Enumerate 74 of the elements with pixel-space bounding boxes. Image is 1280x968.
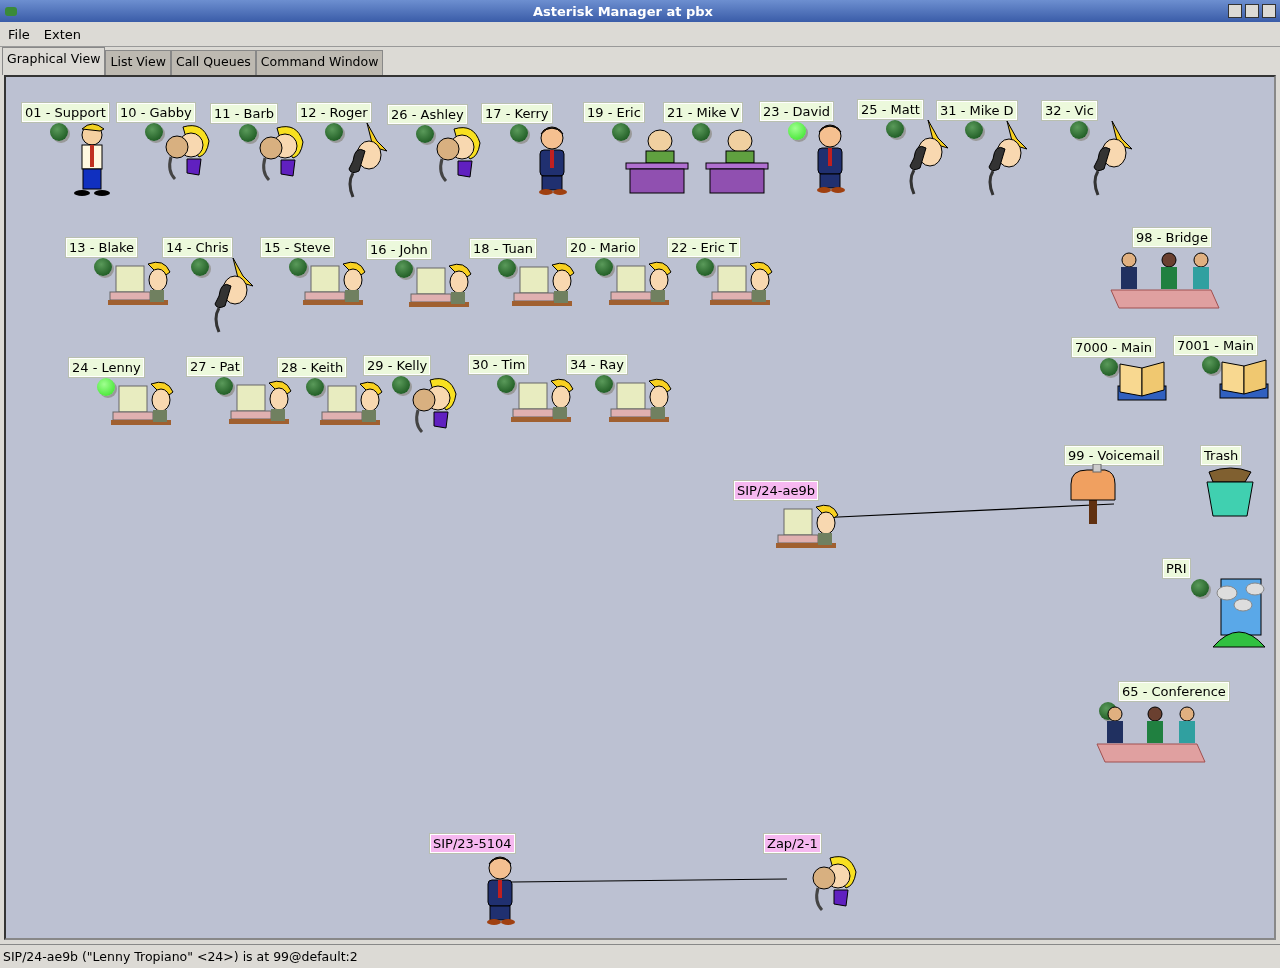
close-button[interactable] (1262, 4, 1276, 18)
man-in-suit-drawing (539, 126, 567, 195)
extension-label[interactable]: 15 - Steve (261, 238, 334, 257)
status-text: SIP/24-ae9b ("Lenny Tropiano" <24>) is at 99@default:2 (3, 948, 358, 964)
extension-label[interactable]: 28 - Keith (278, 358, 347, 377)
extension-label[interactable]: PRI (1163, 559, 1190, 578)
person-at-computer-drawing (303, 261, 366, 305)
channel-label[interactable]: Zap/2-1 (764, 834, 821, 853)
woman-on-phone-drawing (412, 378, 457, 433)
extension-label[interactable]: 12 - Roger (297, 103, 371, 122)
minimize-button[interactable] (1228, 4, 1242, 18)
woman-on-phone-drawing (259, 126, 304, 181)
man-at-desk-drawing (705, 129, 769, 194)
man-in-suit-drawing (487, 856, 515, 925)
extension-label[interactable]: 21 - Mike V (664, 103, 743, 122)
person-at-computer-drawing (511, 378, 574, 422)
extension-label[interactable]: 24 - Lenny (69, 358, 144, 377)
extension-label[interactable]: 34 - Ray (567, 355, 627, 374)
extension-label[interactable]: 23 - David (760, 102, 834, 121)
window-title: Asterisk Manager at pbx (532, 3, 714, 19)
open-book-drawing (1219, 359, 1269, 399)
woman-on-phone-drawing (812, 856, 857, 911)
tab[interactable]: Call Queues (170, 50, 256, 75)
person-at-computer-drawing (776, 504, 839, 548)
extension-label[interactable]: 19 - Eric (584, 103, 644, 122)
person-at-computer-drawing (710, 261, 773, 305)
extension-label[interactable]: 99 - Voicemail (1065, 446, 1163, 465)
extension-label[interactable]: 22 - Eric T (668, 238, 740, 257)
extension-label[interactable]: 30 - Tim (469, 355, 529, 374)
maximize-button[interactable] (1245, 4, 1259, 18)
channel-label[interactable]: SIP/24-ae9b (734, 481, 819, 500)
person-at-computer-drawing (409, 263, 472, 307)
extension-label[interactable]: 7000 - Main (1072, 338, 1156, 357)
extension-label[interactable]: 31 - Mike D (937, 101, 1017, 120)
extension-label[interactable]: 10 - Gabby (117, 103, 195, 122)
person-at-computer-drawing (609, 261, 672, 305)
woman-on-phone-drawing (165, 125, 210, 180)
menu-item[interactable]: File (8, 26, 30, 42)
extension-label[interactable]: 13 - Blake (66, 238, 138, 257)
mailbox-drawing (1070, 464, 1116, 524)
tab[interactable]: Command Window (255, 50, 384, 75)
extension-label[interactable]: 17 - Kerry (482, 104, 552, 123)
tab[interactable]: List View (105, 50, 171, 75)
extension-label[interactable]: 18 - Tuan (470, 239, 536, 258)
extension-label[interactable]: 98 - Bridge (1133, 228, 1211, 247)
extension-label[interactable]: 11 - Barb (211, 104, 277, 123)
extension-label[interactable]: 7001 - Main (1174, 336, 1258, 355)
person-at-computer-drawing (512, 262, 575, 306)
tab[interactable]: Graphical View (2, 47, 106, 75)
man-at-desk-drawing (625, 129, 689, 194)
person-at-computer-drawing (229, 380, 292, 424)
extension-label[interactable]: 27 - Pat (187, 357, 243, 376)
person-at-computer-drawing (320, 381, 383, 425)
menu-item[interactable]: Exten (43, 26, 81, 42)
extension-label[interactable]: 32 - Vic (1042, 101, 1097, 120)
person-at-computer-drawing (108, 261, 171, 305)
sky-with-clouds-drawing (1212, 578, 1266, 648)
extension-label[interactable]: 14 - Chris (163, 238, 232, 257)
channel-label[interactable]: SIP/23-5104 (430, 834, 515, 853)
extension-label[interactable]: 16 - John (367, 240, 431, 259)
man-in-suit-drawing (817, 124, 845, 193)
person-at-computer-drawing (609, 378, 672, 422)
extension-label[interactable]: 01 - Support (22, 103, 109, 122)
extension-label[interactable]: 20 - Mario (567, 238, 639, 257)
extension-label[interactable]: Trash (1201, 446, 1242, 465)
trash-bin-drawing (1206, 467, 1254, 517)
extension-label[interactable]: 29 - Kelly (364, 356, 431, 375)
extension-label[interactable]: 25 - Matt (858, 100, 923, 119)
extension-label[interactable]: 65 - Conference (1119, 682, 1229, 701)
person-at-computer-drawing (111, 381, 174, 425)
woman-on-phone-drawing (436, 127, 481, 182)
open-book-drawing (1117, 361, 1167, 401)
phone-icon (4, 4, 18, 18)
extension-label[interactable]: 26 - Ashley (388, 105, 467, 124)
